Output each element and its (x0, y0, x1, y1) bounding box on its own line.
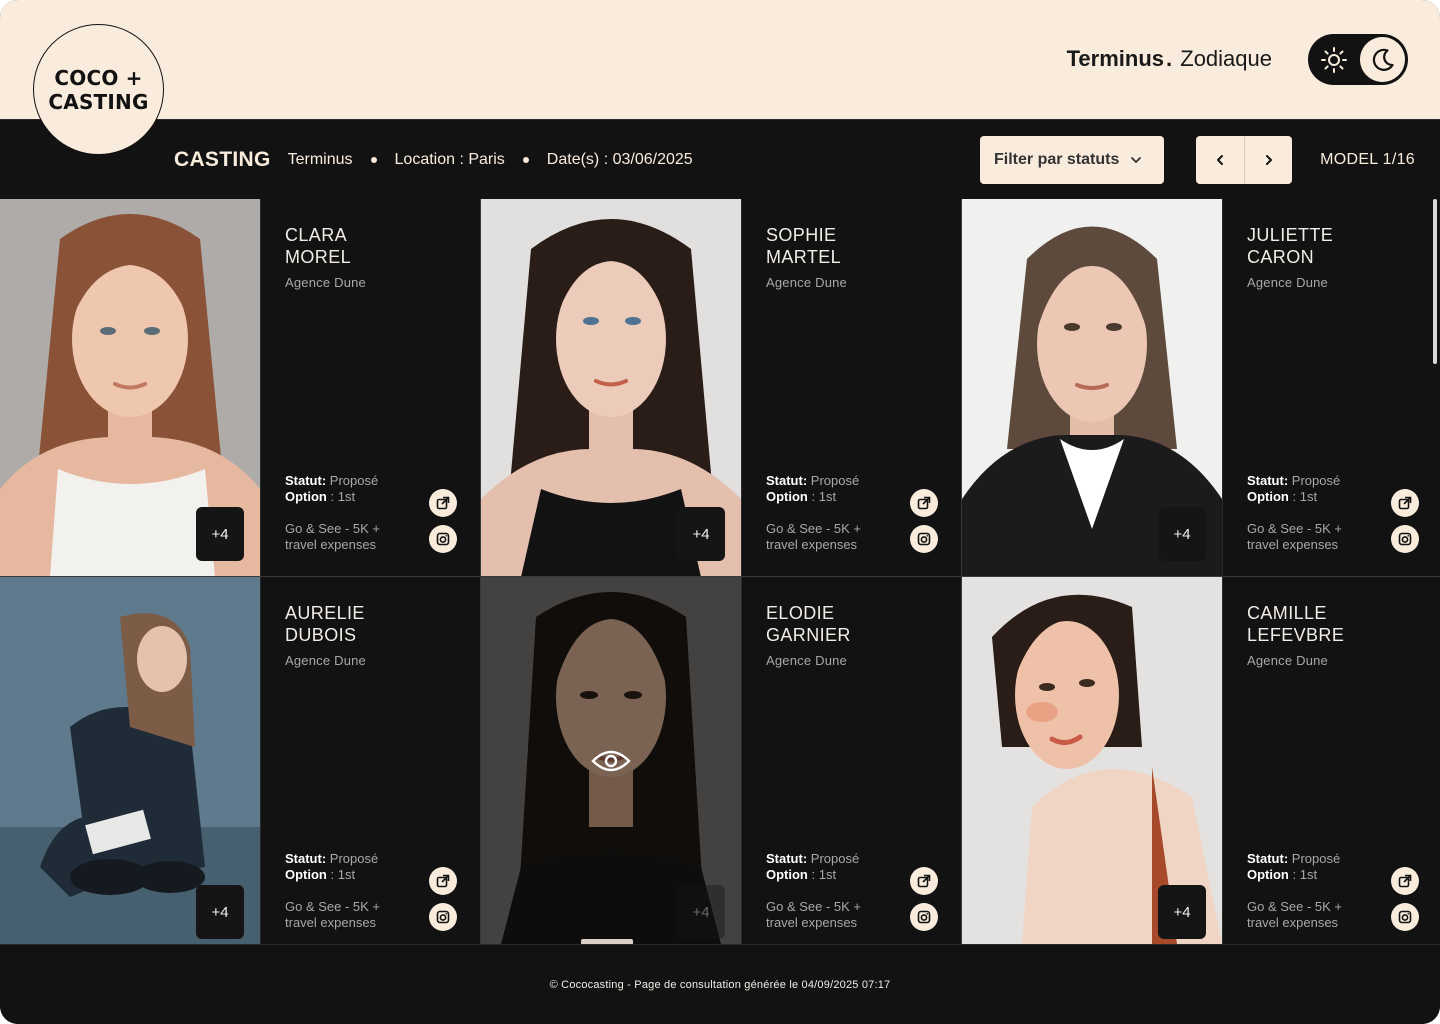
model-fee: Go & See - 5K + travel expenses (766, 899, 862, 930)
model-info: JULIETTE CARON Agence Dune Statut: Propos… (1222, 199, 1440, 577)
model-status: Statut: Proposé Option : 1st (285, 851, 379, 882)
model-agency: Agence Dune (766, 653, 847, 668)
model-info: AURELIE DUBOIS Agence Dune Statut: Propos… (260, 577, 480, 944)
model-name: JULIETTE CARON (1247, 225, 1334, 267)
instagram-icon[interactable] (429, 525, 457, 553)
grid-divider (0, 576, 1440, 577)
model-card[interactable]: +4 ELODIE GARNIER Agence Dune Statut: Pro… (481, 577, 961, 944)
instagram-icon[interactable] (1391, 525, 1419, 553)
model-fee: Go & See - 5K + travel expenses (1247, 899, 1343, 930)
open-external-icon[interactable] (910, 867, 938, 895)
model-agency: Agence Dune (285, 275, 366, 290)
model-status: Statut: Proposé Option : 1st (766, 473, 860, 504)
casting-subbar: CASTING Terminus Location : Paris Date(s… (0, 119, 1440, 199)
section-title: CASTING (174, 148, 271, 171)
crumb-location: Location : Paris (394, 151, 505, 168)
project-separator: . (1166, 46, 1173, 71)
model-agency: Agence Dune (1247, 275, 1328, 290)
instagram-icon[interactable] (1391, 903, 1419, 931)
model-fee: Go & See - 5K + travel expenses (766, 521, 862, 552)
model-status: Statut: Proposé Option : 1st (1247, 851, 1341, 882)
model-photo[interactable]: +4 (0, 577, 260, 944)
model-card[interactable]: +4 AURELIE DUBOIS Agence Dune Statut: Pro… (0, 577, 480, 944)
model-agency: Agence Dune (285, 653, 366, 668)
brand-line-1: COCO + (54, 65, 143, 90)
breadcrumb: CASTING Terminus Location : Paris Date(s… (174, 120, 693, 200)
more-photos-badge[interactable]: +4 (677, 885, 725, 939)
project-name: Zodiaque (1180, 46, 1272, 71)
model-agency: Agence Dune (1247, 653, 1328, 668)
open-external-icon[interactable] (910, 489, 938, 517)
model-fee: Go & See - 5K + travel expenses (1247, 521, 1343, 552)
grid-divider (961, 199, 962, 944)
model-status: Statut: Proposé Option : 1st (766, 851, 860, 882)
model-photo[interactable]: +4 (0, 199, 260, 577)
crumb-dot (522, 157, 529, 163)
model-card[interactable]: +4 SOPHIE MARTEL Agence Dune Statut: Prop… (481, 199, 961, 577)
open-external-icon[interactable] (429, 489, 457, 517)
model-counter: MODEL 1/16 (1320, 151, 1415, 168)
model-name: CLARA MOREL (285, 225, 352, 267)
more-photos-badge[interactable]: +4 (677, 507, 725, 561)
status-filter-label: Filter par statuts (994, 151, 1120, 168)
crumb-dates: Date(s) : 03/06/2025 (546, 151, 693, 168)
more-photos-badge[interactable]: +4 (1158, 507, 1206, 561)
brand-logo[interactable]: COCO + CASTING (33, 24, 164, 155)
more-photos-badge[interactable]: +4 (196, 507, 244, 561)
model-card[interactable]: +4 CLARA MOREL Agence Dune Statut: Propos… (0, 199, 480, 577)
app-window: Terminus. Zodiaque COCO + CASTING CASTIN… (0, 0, 1440, 1024)
model-name: SOPHIE MARTEL (766, 225, 842, 267)
crumb-dot (370, 157, 377, 163)
scrollbar-thumb[interactable] (1433, 199, 1437, 364)
model-status: Statut: Proposé Option : 1st (1247, 473, 1341, 504)
footer-text: © Cococasting - Page de consultation gén… (549, 978, 891, 991)
grid-divider (480, 199, 481, 944)
open-external-icon[interactable] (429, 867, 457, 895)
model-status: Statut: Proposé Option : 1st (285, 473, 379, 504)
instagram-icon[interactable] (910, 525, 938, 553)
model-name: CAMILLE LEFEVBRE (1247, 603, 1345, 645)
project-client: Terminus (1066, 46, 1164, 71)
instagram-icon[interactable] (429, 903, 457, 931)
next-model-button[interactable] (1244, 136, 1292, 184)
grid-scrollbar[interactable] (1433, 199, 1438, 944)
model-fee: Go & See - 5K + travel expenses (285, 521, 381, 552)
moon-icon[interactable] (1360, 37, 1405, 82)
model-info: CLARA MOREL Agence Dune Statut: Proposé O… (260, 199, 480, 577)
top-header: Terminus. Zodiaque (0, 0, 1440, 119)
chevron-left-icon (1217, 155, 1223, 165)
previous-model-button[interactable] (1196, 136, 1244, 184)
crumb-client: Terminus (287, 151, 353, 168)
model-photo[interactable]: +4 (481, 577, 741, 944)
status-filter-dropdown[interactable]: Filter par statuts (980, 136, 1164, 184)
model-name: AURELIE DUBOIS (285, 603, 365, 645)
model-pager (1196, 136, 1292, 184)
model-fee: Go & See - 5K + travel expenses (285, 899, 381, 930)
model-info: CAMILLE LEFEVBRE Agence Dune Statut: Prop… (1222, 577, 1440, 944)
page-footer: © Cococasting - Page de consultation gén… (0, 944, 1440, 1024)
model-info: SOPHIE MARTEL Agence Dune Statut: Proposé… (741, 199, 961, 577)
model-name: ELODIE GARNIER (766, 603, 851, 645)
brand-line-2: CASTING (48, 89, 149, 114)
more-photos-badge[interactable]: +4 (196, 885, 244, 939)
model-info: ELODIE GARNIER Agence Dune Statut: Propos… (741, 577, 961, 944)
model-photo[interactable]: +4 (962, 577, 1222, 944)
model-card[interactable]: +4 JULIETTE CARON Agence Dune Statut: Pro… (962, 199, 1440, 577)
model-photo[interactable]: +4 (962, 199, 1222, 577)
more-photos-badge[interactable]: +4 (1158, 885, 1206, 939)
model-card[interactable]: +4 CAMILLE LEFEVBRE Agence Dune Statut: P… (962, 577, 1440, 944)
model-agency: Agence Dune (766, 275, 847, 290)
theme-toggle[interactable] (1308, 34, 1408, 85)
open-external-icon[interactable] (1391, 867, 1419, 895)
sun-icon[interactable] (1314, 40, 1354, 80)
model-grid: +4 CLARA MOREL Agence Dune Statut: Propos… (0, 199, 1440, 944)
instagram-icon[interactable] (910, 903, 938, 931)
eye-icon[interactable] (591, 741, 631, 781)
chevron-right-icon (1265, 155, 1272, 165)
model-photo[interactable]: +4 (481, 199, 741, 577)
chevron-down-icon (1129, 153, 1143, 167)
open-external-icon[interactable] (1391, 489, 1419, 517)
project-title: Terminus. Zodiaque (1067, 46, 1272, 72)
